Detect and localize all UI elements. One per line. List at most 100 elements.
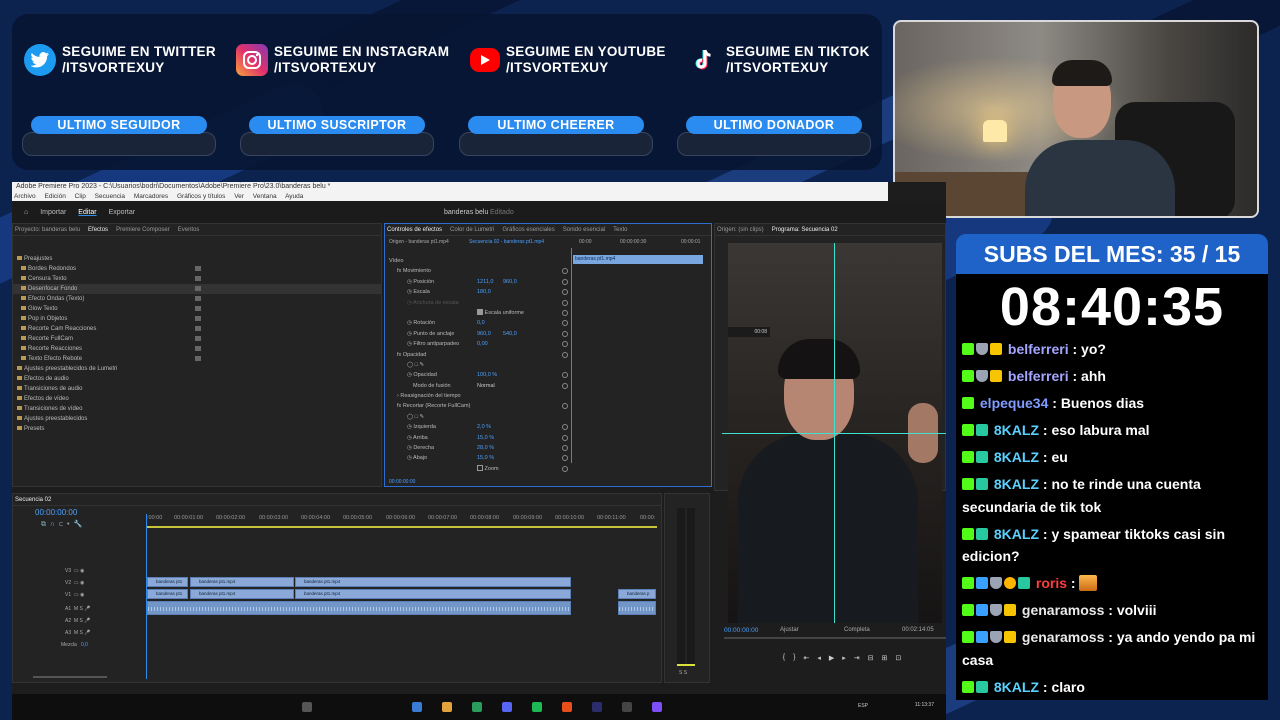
track-a3-header[interactable]: A3 M S 🎤	[65, 630, 90, 636]
ec-row[interactable]: fx Movimiento	[385, 266, 571, 276]
ec-row[interactable]: Escala uniforme	[385, 308, 571, 318]
tree-item[interactable]: Preajustes	[13, 254, 381, 264]
clip-v1[interactable]: banderas pt1	[147, 589, 188, 599]
ec-value[interactable]: 960,0	[477, 329, 491, 339]
menu-ver[interactable]: Ver	[234, 193, 244, 200]
tree-item[interactable]: Glow Texto	[13, 304, 381, 314]
insert-icon[interactable]: ⊟	[868, 654, 874, 666]
track-v2-header[interactable]: V2 ▭ ◉	[65, 580, 84, 586]
reset-icon[interactable]	[562, 309, 568, 316]
tab-texto[interactable]: Texto	[613, 227, 627, 233]
menu-clip[interactable]: Clip	[75, 193, 86, 200]
ec-clip-bar[interactable]: banderas pt1.mp4	[573, 255, 703, 264]
menu-ayuda[interactable]: Ayuda	[285, 193, 303, 200]
ec-value[interactable]: 2,0 %	[477, 422, 491, 432]
ec-playhead[interactable]	[571, 248, 572, 463]
ec-value[interactable]: 180,0	[477, 287, 491, 297]
workspace-importar[interactable]: Importar	[40, 209, 66, 216]
reset-icon[interactable]	[562, 289, 568, 296]
ec-row[interactable]: Zoom	[385, 464, 571, 474]
clip-v2[interactable]: banderas pt1	[147, 577, 188, 587]
ec-row[interactable]: fx Recortar (Recorte FullCam)	[385, 401, 571, 411]
reset-icon[interactable]	[562, 424, 568, 431]
reset-icon[interactable]	[562, 299, 568, 306]
ec-value[interactable]: 15,0 %	[477, 433, 494, 443]
ec-value[interactable]: 100,0 %	[477, 370, 497, 380]
ec-row[interactable]: ◷ Abajo 15,0 %	[385, 453, 571, 463]
folder-icon[interactable]	[442, 702, 452, 712]
step-forward-icon[interactable]: ▸	[842, 654, 846, 666]
quality-select[interactable]: Completa	[844, 627, 870, 633]
obs-icon[interactable]	[622, 702, 632, 712]
ec-row[interactable]: ◷ Posición 1211,0 960,0	[385, 277, 571, 287]
mark-out-icon[interactable]: }	[793, 654, 795, 666]
ec-row[interactable]: Vídeo	[385, 256, 571, 266]
reset-icon[interactable]	[562, 382, 568, 389]
reset-icon[interactable]	[562, 403, 568, 410]
tab-premiere-composer[interactable]: Premiere Composer	[116, 227, 170, 233]
search-icon[interactable]	[302, 702, 312, 712]
tree-item[interactable]: Recorte Cam Reacciones	[13, 324, 381, 334]
taskbar-language[interactable]: ESP	[858, 703, 868, 709]
solo-buttons[interactable]: S S	[679, 670, 687, 676]
ec-row[interactable]: ◷ Izquierda 2,0 %	[385, 422, 571, 432]
tree-item[interactable]: Efectos de audio	[13, 374, 381, 384]
ec-value[interactable]: 28,0 %	[477, 443, 494, 453]
checkbox-checked-icon[interactable]	[477, 308, 483, 315]
wrench-icon[interactable]: 🔧	[74, 521, 83, 528]
reset-icon[interactable]	[562, 434, 568, 441]
snap-icon[interactable]: ∩	[50, 521, 55, 528]
tree-item[interactable]: Recorte FullCam	[13, 334, 381, 344]
checkbox-icon[interactable]	[477, 464, 483, 471]
menu-edicion[interactable]: Edición	[45, 193, 66, 200]
ec-value[interactable]: 540,0	[503, 329, 517, 339]
ec-value[interactable]: 960,0	[503, 277, 517, 287]
timeline-zoom-scrollbar[interactable]	[33, 676, 107, 678]
tab-sonido-esencial[interactable]: Sonido esencial	[563, 227, 605, 233]
ellipse-mask-icon[interactable]: ◯	[407, 414, 415, 420]
reset-icon[interactable]	[562, 455, 568, 462]
workspace-editar[interactable]: Editar	[78, 209, 96, 216]
reset-icon[interactable]	[562, 465, 568, 472]
ec-value[interactable]: 1211,0	[477, 277, 493, 287]
discord-icon[interactable]	[502, 702, 512, 712]
menu-marcadores[interactable]: Marcadores	[134, 193, 168, 200]
tree-item[interactable]: Censura Texto	[13, 274, 381, 284]
tree-item[interactable]: Ajustes preestablecidos	[13, 414, 381, 424]
mix-value[interactable]: 0,0	[81, 642, 88, 648]
track-v3-header[interactable]: V3 ▭ ◉	[65, 568, 84, 574]
spotify-icon[interactable]	[532, 702, 542, 712]
tab-programa[interactable]: Programa: Secuencia 02	[772, 227, 838, 233]
linked-selection-icon[interactable]: ⊂	[59, 521, 63, 528]
work-area-bar[interactable]	[147, 526, 657, 528]
ec-value[interactable]: 0,0	[477, 318, 485, 328]
tree-item[interactable]: Desenfocar Fondo	[13, 284, 381, 294]
track-a2-header[interactable]: A2 M S 🎤	[65, 618, 90, 624]
effects-search-bar[interactable]	[13, 236, 381, 250]
track-a1-header[interactable]: A1 M S 🎤	[65, 606, 90, 612]
nest-icon[interactable]: ⧉	[41, 521, 46, 528]
ec-row[interactable]: › Reasignación del tiempo	[385, 391, 571, 401]
mark-in-icon[interactable]: {	[783, 654, 785, 666]
track-v1-header[interactable]: V1 ▭ ◉	[65, 592, 84, 598]
fit-select[interactable]: Ajustar	[780, 627, 799, 633]
ec-row[interactable]: ◷ Punto de anclaje 960,0 540,0	[385, 329, 571, 339]
tree-item[interactable]: Recorte Reacciones	[13, 344, 381, 354]
reset-icon[interactable]	[562, 320, 568, 327]
ec-source-label[interactable]: Origen - banderas pt1.mp4	[389, 239, 449, 245]
ec-row[interactable]: ◷ Escala 180,0	[385, 287, 571, 297]
play-icon[interactable]: ▶	[829, 654, 834, 666]
timeline-ruler[interactable]: :00:00 00:00:01:00 00:00:02:00 00:00:03:…	[147, 515, 657, 525]
sequence-timecode[interactable]: 00:00:00:00	[35, 508, 77, 517]
pen-mask-icon[interactable]: ✎	[420, 414, 425, 420]
tab-color-lumetri[interactable]: Color de Lumetri	[450, 227, 494, 233]
ec-row[interactable]: fx Opacidad	[385, 350, 571, 360]
reset-icon[interactable]	[562, 351, 568, 358]
ellipse-mask-icon[interactable]: ◯	[407, 362, 415, 368]
reset-icon[interactable]	[562, 278, 568, 285]
reset-icon[interactable]	[562, 445, 568, 452]
go-to-out-icon[interactable]: ⇥	[854, 654, 860, 666]
guide-line-horizontal[interactable]	[722, 433, 946, 434]
ec-row[interactable]: Modo de fusión Normal	[385, 381, 571, 391]
tree-item[interactable]: Efecto Ondas (Texto)	[13, 294, 381, 304]
